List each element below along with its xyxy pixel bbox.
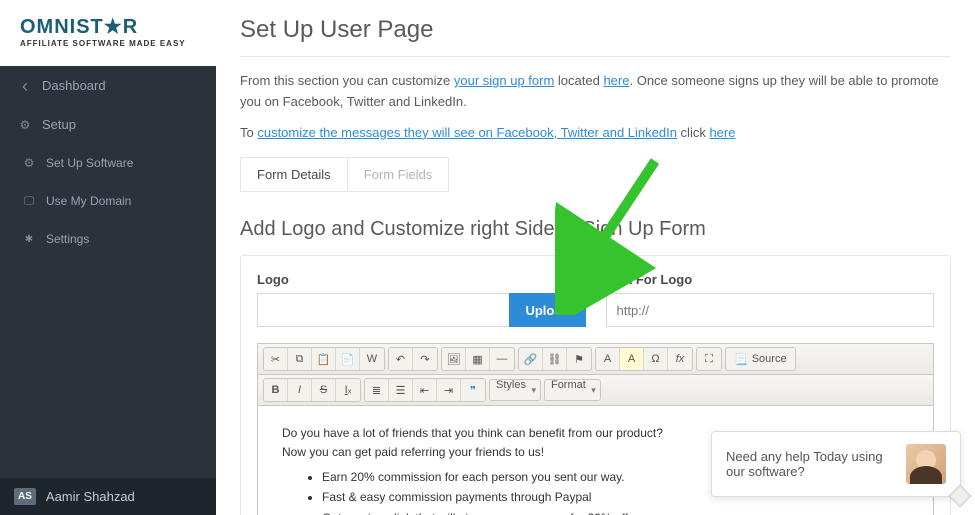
bold-icon[interactable]: B (264, 379, 288, 401)
sidebar-item-dashboard[interactable]: Dashboard (0, 66, 216, 105)
sidebar-item-label: Use My Domain (46, 194, 131, 208)
text-color-icon[interactable]: A (596, 348, 620, 370)
clear-format-icon[interactable]: Iₓ (336, 379, 360, 401)
format-label: Format (545, 379, 600, 401)
logo-field: Logo Upload (257, 272, 586, 327)
sidebar-item-label: Set Up Software (46, 156, 133, 170)
sidebar-nav: Dashboard Setup Set Up Software Use My D… (0, 66, 216, 258)
source-button[interactable]: 📃 Source (726, 348, 795, 370)
logo-label: Logo (257, 272, 586, 287)
sidebar-item-use-domain[interactable]: Use My Domain (0, 182, 216, 220)
intro-paragraph-2: To customize the messages they will see … (240, 123, 951, 144)
format-dropdown[interactable]: Format (544, 379, 601, 401)
copy-icon[interactable]: ⧉ (288, 348, 312, 370)
link-icon[interactable]: 🔗 (519, 348, 543, 370)
cog-icon (22, 234, 36, 245)
brand-name: OMNIST (20, 16, 104, 38)
help-agent-avatar (906, 444, 946, 484)
brand-logo: OMNIST★R AFFILIATE SOFTWARE MADE EASY (0, 0, 216, 66)
editor-toolbar-row-2: B I S Iₓ ≣ ☰ ⇤ ⇥ ❞ Styles Format (258, 375, 933, 406)
link-for-logo-label: Link For Logo (606, 272, 935, 287)
intro-text: click (677, 125, 710, 140)
strike-icon[interactable]: S (312, 379, 336, 401)
intro-text: From this section you can customize (240, 73, 454, 88)
current-user[interactable]: AS Aamir Shahzad (0, 478, 216, 515)
divider (240, 56, 951, 57)
sidebar-item-setup-software[interactable]: Set Up Software (0, 144, 216, 182)
brand-tagline: AFFILIATE SOFTWARE MADE EASY (20, 39, 196, 48)
styles-dropdown[interactable]: Styles (489, 379, 541, 401)
sidebar-item-label: Settings (46, 232, 89, 246)
gears-icon (18, 118, 32, 132)
intro-text: located (554, 73, 603, 88)
paste-icon[interactable]: 📋 (312, 348, 336, 370)
numbered-list-icon[interactable]: ≣ (365, 379, 389, 401)
intro-paragraph-1: From this section you can customize your… (240, 71, 951, 113)
logo-path-input[interactable] (257, 293, 509, 327)
redo-icon[interactable]: ↷ (413, 348, 437, 370)
user-name: Aamir Shahzad (46, 489, 135, 504)
tab-form-details[interactable]: Form Details (241, 158, 347, 191)
user-avatar-initials: AS (14, 488, 36, 505)
special-char-icon[interactable]: Ω (644, 348, 668, 370)
sidebar-item-settings[interactable]: Settings (0, 220, 216, 258)
formula-icon[interactable]: fx (668, 348, 692, 370)
anchor-icon[interactable]: ⚑ (567, 348, 591, 370)
hr-icon[interactable]: — (490, 348, 514, 370)
help-widget[interactable]: Need any help Today using our software? (711, 431, 961, 497)
maximize-icon[interactable]: ⛶ (697, 348, 721, 370)
link-for-logo-input[interactable] (606, 293, 935, 327)
sidebar-item-label: Dashboard (42, 78, 106, 93)
cut-icon[interactable]: ✂ (264, 348, 288, 370)
unlink-icon[interactable]: ⛓ (543, 348, 567, 370)
here-link-2[interactable]: here (709, 125, 735, 140)
paste-text-icon[interactable]: 📄 (336, 348, 360, 370)
editor-toolbar-row-1: ✂ ⧉ 📋 📄 W ↶ ↷ 🖼 ▦ — 🔗 ⛓ (258, 344, 933, 375)
paste-word-icon[interactable]: W (360, 348, 384, 370)
sidebar-item-setup[interactable]: Setup (0, 105, 216, 144)
bulleted-list-icon[interactable]: ☰ (389, 379, 413, 401)
link-field: Link For Logo (606, 272, 935, 327)
editor-bullet: Get a unique link that will give everyon… (322, 509, 909, 515)
chevron-left-icon (18, 79, 32, 93)
source-label: Source (752, 353, 787, 365)
brand-accent: ★R (104, 16, 138, 38)
section-title: Add Logo and Customize right Side of Sig… (240, 218, 951, 241)
upload-button[interactable]: Upload (509, 293, 585, 327)
customize-messages-link[interactable]: customize the messages they will see on … (257, 125, 677, 140)
sliders-icon (22, 156, 36, 170)
blockquote-icon[interactable]: ❞ (461, 379, 485, 401)
table-icon[interactable]: ▦ (466, 348, 490, 370)
here-link-1[interactable]: here (603, 73, 629, 88)
page-title: Set Up User Page (240, 16, 951, 44)
image-icon[interactable]: 🖼 (442, 348, 466, 370)
bg-color-icon[interactable]: A (620, 348, 644, 370)
monitor-icon (22, 195, 36, 208)
tab-form-fields[interactable]: Form Fields (347, 158, 449, 191)
sidebar-item-label: Setup (42, 117, 76, 132)
signup-form-link[interactable]: your sign up form (454, 73, 554, 88)
outdent-icon[interactable]: ⇤ (413, 379, 437, 401)
indent-icon[interactable]: ⇥ (437, 379, 461, 401)
styles-label: Styles (490, 379, 540, 401)
intro-text: To (240, 125, 257, 140)
help-text: Need any help Today using our software? (726, 449, 896, 479)
undo-icon[interactable]: ↶ (389, 348, 413, 370)
italic-icon[interactable]: I (288, 379, 312, 401)
sidebar: OMNIST★R AFFILIATE SOFTWARE MADE EASY Da… (0, 0, 216, 515)
tabs: Form Details Form Fields (240, 157, 449, 192)
